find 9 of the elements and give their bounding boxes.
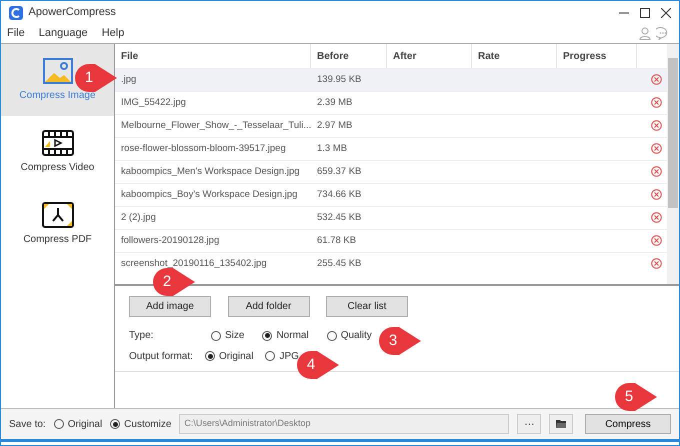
field-label: Type: [129,329,154,343]
callout-tooltip: 4 [297,351,341,379]
callout-tooltip: 3 [379,327,423,355]
field-label: Save to: [9,418,46,432]
callout-tooltip: 2 [153,268,197,296]
window-title: ApowerCompress [28,5,116,20]
callout-tooltip: 5 [615,383,659,411]
field-label: Output format: [129,350,193,364]
callout-tooltip: 1 [75,64,119,92]
